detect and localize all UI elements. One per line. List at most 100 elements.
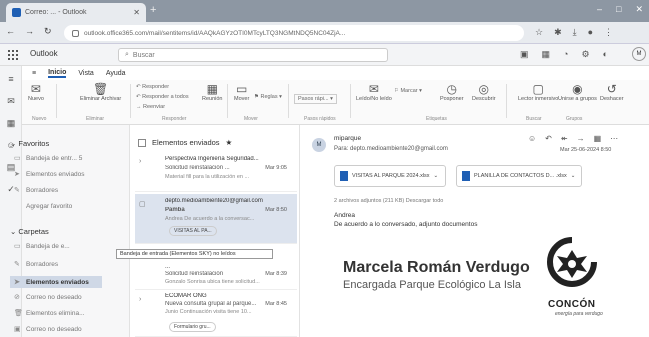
emoji-icon[interactable]: ☺: [528, 134, 536, 143]
select-all-checkbox[interactable]: [138, 138, 146, 147]
list-item[interactable]: › ECOMAR ONG Nueva consulta grupal al pa…: [135, 290, 297, 337]
folder-item[interactable]: ▣ Correo no deseado: [14, 325, 106, 334]
attachments-summary[interactable]: 2 archivos adjuntos (211 KB) Descargar t…: [334, 198, 443, 204]
hamburger-ribbon-icon[interactable]: ≡: [32, 70, 36, 77]
reply-icon[interactable]: ↶: [545, 134, 552, 143]
snooze-button[interactable]: ◷ Posponer: [440, 82, 464, 102]
chevron-right-icon[interactable]: ›: [139, 296, 141, 303]
calendar-icon[interactable]: ▦: [542, 49, 551, 60]
address-bar[interactable]: outlook.office365.com/mail/sentitems/id/…: [64, 25, 524, 41]
read-unread-button[interactable]: ✉ Leído/No leído: [356, 82, 392, 102]
extension-icon[interactable]: ✱: [554, 27, 562, 38]
attachment-chip[interactable]: Formulario gru...: [169, 322, 216, 332]
chevron-right-icon[interactable]: ›: [139, 158, 141, 165]
folder-item[interactable]: ➤ Elementos enviados: [14, 170, 106, 179]
folder-item[interactable]: ▭ Bandeja de entr... 5: [14, 154, 106, 163]
folder-item-selected[interactable]: ➤ Elementos enviados: [10, 276, 102, 288]
profile-icon[interactable]: ●: [588, 27, 593, 38]
reply-button[interactable]: ↶ Responder: [136, 84, 169, 90]
checkbox[interactable]: ▢: [139, 200, 146, 208]
rules-button[interactable]: ⚑ Reglas ▾: [254, 94, 282, 100]
quick-steps-button[interactable]: Pasos rápi... ▾: [294, 94, 337, 104]
star-icon[interactable]: ☆: [535, 27, 543, 38]
move-button[interactable]: ▭ Mover: [234, 82, 249, 102]
chevron-down-icon[interactable]: ⌄: [571, 173, 576, 179]
folder-item[interactable]: 🗑 Elementos elimina...: [14, 309, 106, 318]
gear-icon[interactable]: ⚙: [581, 49, 589, 60]
notification-icon[interactable]: ◔: [563, 49, 568, 60]
app-launcher-icon[interactable]: [8, 50, 18, 60]
help-icon[interactable]: ◐: [603, 49, 608, 60]
forward-icon[interactable]: →: [577, 134, 585, 143]
favorites-header[interactable]: ⌄ Favoritos: [10, 139, 49, 148]
search-placeholder: Buscar: [132, 51, 155, 59]
new-tab-button[interactable]: +: [150, 4, 156, 16]
hamburger-icon[interactable]: ≡: [6, 74, 16, 84]
folder-item[interactable]: ✎ Borradores: [14, 260, 106, 269]
ribbon-group-label: Eliminar: [86, 116, 105, 122]
reply-all-button[interactable]: ↶ Responder a todos: [136, 94, 189, 100]
back-icon[interactable]: ←: [6, 26, 15, 37]
tab-inicio[interactable]: Inicio: [48, 69, 67, 78]
reader-icon: ▢: [532, 82, 544, 96]
forward-icon[interactable]: →: [25, 26, 34, 37]
download-icon[interactable]: ⤓: [573, 27, 577, 38]
site-info-icon[interactable]: [72, 29, 79, 37]
groups-icon: ◉: [572, 82, 583, 96]
new-mail-button[interactable]: ✉ Nuevo: [28, 82, 44, 102]
immersive-reader-button[interactable]: ▢ Lector inmersivo: [518, 82, 558, 102]
attachment-card[interactable]: PLANILLA DE CONTACTOS D... .xlsx ⌄: [456, 165, 582, 187]
trash-icon: 🗑: [14, 310, 23, 317]
list-item[interactable]: ... Solicitud reinstalación Mar 8:39 Gon…: [135, 262, 297, 290]
search-icon: ⌕: [125, 51, 129, 58]
sender-name[interactable]: miparque: [334, 135, 361, 142]
attachment-chip[interactable]: VISITAS AL PA...: [169, 226, 217, 236]
folders-header[interactable]: ⌄ Carpetas: [10, 227, 49, 236]
avatar[interactable]: M: [632, 47, 646, 61]
reload-icon[interactable]: ↻: [44, 26, 52, 37]
close-icon[interactable]: ✕: [133, 8, 140, 17]
forward-button[interactable]: → Reenviar: [136, 104, 165, 110]
undo-button[interactable]: ↺ Deshacer: [600, 82, 624, 102]
close-window-button[interactable]: ✕: [635, 4, 643, 15]
ribbon: ✉ Nuevo 🗑 Eliminar Archivar ↶ Responder …: [22, 80, 649, 125]
list-item[interactable]: › Perspectiva Ingeniería Seguridad... So…: [135, 152, 297, 192]
reply-all-icon[interactable]: ↞: [561, 134, 568, 143]
mail-icon[interactable]: ✉: [6, 96, 16, 106]
tab-ayuda[interactable]: Ayuda: [106, 70, 126, 77]
browser-extensions: ☆ ✱ ⤓ ● ⋮: [535, 27, 613, 38]
apps-icon[interactable]: ▦: [594, 134, 602, 143]
body-greeting: Andrea: [334, 212, 355, 219]
calendar-rail-icon[interactable]: ▦: [6, 118, 16, 128]
ribbon-group-label: Pasos rápidos: [304, 116, 336, 122]
folder-item[interactable]: ▭ Bandeja de e...: [14, 242, 106, 251]
clock-icon: ◷: [446, 82, 458, 96]
message-list-header: Elementos enviados ★: [138, 138, 232, 147]
ribbon-group-label: Nuevo: [32, 116, 47, 122]
discover-button[interactable]: ◎ Descubrir: [472, 82, 496, 102]
folder-item[interactable]: ⊘ Correo no deseado: [14, 293, 106, 302]
add-favorite-link[interactable]: Agregar favorito: [14, 203, 106, 210]
ribbon-group-label: Responder: [162, 116, 187, 122]
minimize-button[interactable]: –: [597, 4, 602, 15]
calendar-icon: ▦: [206, 82, 218, 96]
chevron-down-icon[interactable]: ⌄: [434, 173, 439, 179]
browser-tab[interactable]: Correo: ... - Outlook ✕: [6, 3, 146, 22]
menu-icon[interactable]: ⋮: [604, 27, 613, 38]
join-groups-button[interactable]: ◉ Unirse a grupos: [558, 82, 597, 102]
signature-name: Marcela Román Verdugo: [343, 259, 530, 276]
favorite-star-icon[interactable]: ★: [226, 138, 233, 147]
folder-item[interactable]: ✎ Borradores: [14, 186, 106, 195]
delete-button[interactable]: 🗑 Eliminar Archivar: [80, 82, 121, 102]
meeting-button[interactable]: ▦ Reunión: [202, 82, 223, 102]
list-item-selected[interactable]: ▢ depto.medioambiente20@gmail.com Pamba …: [135, 194, 297, 244]
flag-button[interactable]: ⚐ Marcar ▾: [394, 88, 422, 94]
more-icon[interactable]: ⋯: [610, 134, 618, 143]
maximize-button[interactable]: □: [616, 4, 621, 15]
search-input[interactable]: ⌕ Buscar: [118, 48, 388, 62]
body-text: De acuerdo a lo conversado, adjunto docu…: [334, 221, 478, 228]
teams-icon[interactable]: ▣: [520, 49, 529, 60]
tab-vista[interactable]: Vista: [78, 70, 93, 77]
attachment-card[interactable]: VISITAS AL PARQUE 2024.xlsx ⌄: [334, 165, 446, 187]
draft-icon: ✎: [14, 261, 20, 268]
